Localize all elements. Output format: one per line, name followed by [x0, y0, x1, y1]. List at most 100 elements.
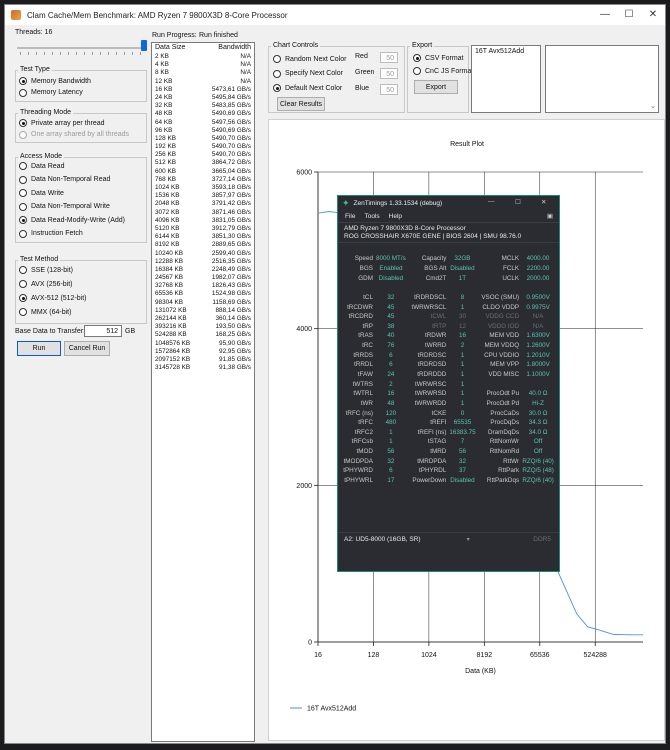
table-row[interactable]: 64 KB 5497,56 GB/s	[152, 119, 254, 127]
table-row[interactable]: 16384 KB 2248,49 GB/s	[152, 266, 254, 274]
threads-slider-thumb[interactable]	[141, 40, 147, 51]
chevron-down-icon[interactable]: ▾	[467, 536, 470, 543]
table-row[interactable]: 48 KB 5490,69 GB/s	[152, 110, 254, 118]
table-row[interactable]: 1024 KB 3593,18 GB/s	[152, 184, 254, 192]
table-row[interactable]: 393216 KB 193,50 GB/s	[152, 323, 254, 331]
table-row[interactable]: 16 KB 5473,61 GB/s	[152, 86, 254, 94]
table-row[interactable]: 2097152 KB 91,85 GB/s	[152, 356, 254, 364]
access-mode-option[interactable]: Data Write	[19, 189, 64, 197]
maximize-button[interactable]: ☐	[617, 7, 641, 23]
table-row[interactable]: 3072 KB 3871,46 GB/s	[152, 209, 254, 217]
table-row[interactable]: 131072 KB 888,14 GB/s	[152, 307, 254, 315]
radio-button-icon[interactable]	[19, 130, 27, 139]
table-row[interactable]: 512 KB 3864,72 GB/s	[152, 159, 254, 167]
zt-menu-help[interactable]: Help	[389, 213, 402, 220]
table-row[interactable]: 96 KB 5490,69 GB/s	[152, 127, 254, 135]
access-mode-option[interactable]: Data Non-Temporal Read	[19, 175, 110, 184]
table-row[interactable]: 1048576 KB 95,90 GB/s	[152, 340, 254, 348]
table-row[interactable]: 4 KB N/A	[152, 61, 254, 69]
table-row[interactable]: 3145728 KB 91,38 GB/s	[152, 364, 254, 372]
chart-controls-option[interactable]: Default Next Color	[273, 84, 342, 92]
radio-button-icon[interactable]	[273, 55, 281, 63]
table-row[interactable]: 262144 KB 360,14 GB/s	[152, 315, 254, 323]
zt-close-button[interactable]: ✕	[541, 198, 546, 206]
zt-dimm-button[interactable]: DDR5	[533, 536, 551, 543]
table-row[interactable]: 32768 KB 1826,43 GB/s	[152, 282, 254, 290]
table-row[interactable]: 6144 KB 3851,30 GB/s	[152, 233, 254, 241]
zt-minimize-button[interactable]: —	[488, 198, 495, 205]
zt-screenshot-icon[interactable]: ▣	[547, 212, 553, 220]
table-row[interactable]: 12288 KB 2516,35 GB/s	[152, 258, 254, 266]
access-mode-option[interactable]: Data Read	[19, 162, 64, 170]
table-row[interactable]: 600 KB 3665,04 GB/s	[152, 168, 254, 176]
export-option[interactable]: CSV Format	[413, 54, 464, 62]
radio-button-icon[interactable]	[19, 189, 27, 197]
test-method-option[interactable]: MMX (64-bit)	[19, 308, 71, 316]
output-textbox[interactable]: ⌄	[545, 45, 659, 113]
table-row[interactable]: 8192 KB 2889,65 GB/s	[152, 241, 254, 249]
green-input[interactable]: 50	[380, 68, 398, 79]
table-row[interactable]: 256 KB 5490,70 GB/s	[152, 151, 254, 159]
red-input[interactable]: 50	[380, 52, 398, 63]
scroll-down-icon[interactable]: ⌄	[650, 102, 656, 110]
zt-menu-tools[interactable]: Tools	[364, 213, 379, 220]
radio-button-icon[interactable]	[413, 54, 421, 62]
radio-button-icon[interactable]	[19, 162, 27, 170]
radio-button-icon[interactable]	[19, 294, 27, 302]
table-row[interactable]: 2 KB N/A	[152, 53, 254, 61]
table-row[interactable]: 1572864 KB 92,95 GB/s	[152, 348, 254, 356]
radio-button-icon[interactable]	[19, 175, 27, 184]
chart-controls-option[interactable]: Random Next Color	[273, 55, 346, 63]
table-row[interactable]: 12 KB N/A	[152, 78, 254, 86]
table-row[interactable]: 192 KB 5490,70 GB/s	[152, 143, 254, 151]
runs-list-item[interactable]: 16T Avx512Add	[475, 48, 537, 55]
radio-button-icon[interactable]	[19, 216, 27, 224]
title-bar[interactable]: Clam Cache/Mem Benchmark: AMD Ryzen 7 98…	[5, 5, 665, 25]
access-mode-option[interactable]: Instruction Fetch	[19, 229, 83, 238]
table-row[interactable]: 768 KB 3727,14 GB/s	[152, 176, 254, 184]
table-row[interactable]: 2048 KB 3791,42 GB/s	[152, 200, 254, 208]
radio-button-icon[interactable]	[19, 202, 27, 211]
radio-button-icon[interactable]	[19, 88, 27, 97]
zentimings-window[interactable]: ✦ ZenTimings 1.33.1534 (debug) — ☐ ✕ Fil…	[337, 195, 560, 572]
test-method-option[interactable]: AVX-512 (512-bit)	[19, 294, 87, 302]
chart-controls-option[interactable]: Specify Next Color	[273, 69, 343, 78]
access-mode-option[interactable]: Data Read-Modify-Write (Add)	[19, 216, 125, 224]
table-row[interactable]: 10240 KB 2599,40 GB/s	[152, 250, 254, 258]
test-type-option[interactable]: Memory Latency	[19, 88, 83, 97]
radio-button-icon[interactable]	[19, 266, 27, 274]
radio-button-icon[interactable]	[273, 69, 281, 78]
table-row[interactable]: 65536 KB 1524,98 GB/s	[152, 290, 254, 298]
table-row[interactable]: 5120 KB 3912,79 GB/s	[152, 225, 254, 233]
clear-results-button[interactable]: Clear Results	[277, 97, 325, 111]
minimize-button[interactable]: —	[593, 7, 617, 23]
radio-button-icon[interactable]	[19, 77, 27, 85]
table-row[interactable]: 1536 KB 3857,97 GB/s	[152, 192, 254, 200]
radio-button-icon[interactable]	[19, 119, 27, 127]
cancel-run-button[interactable]: Cancel Run	[64, 341, 110, 356]
export-button[interactable]: Export	[414, 80, 458, 94]
zt-menu-file[interactable]: File	[345, 213, 355, 220]
zt-title-bar[interactable]: ✦ ZenTimings 1.33.1534 (debug) — ☐ ✕	[338, 196, 559, 210]
threading-mode-option[interactable]: One array shared by all threads	[19, 130, 129, 139]
radio-button-icon[interactable]	[273, 84, 281, 92]
results-list[interactable]: Data Size Bandwidth 2 KB N/A 4 KB N/A 8 KB N/…	[151, 42, 255, 742]
table-row[interactable]: 4096 KB 3831,05 GB/s	[152, 217, 254, 225]
runs-listbox[interactable]: 16T Avx512Add	[471, 45, 541, 113]
table-row[interactable]: 524288 KB 168,25 GB/s	[152, 331, 254, 339]
test-method-option[interactable]: SSE (128-bit)	[19, 266, 73, 274]
table-row[interactable]: 24 KB 5495,84 GB/s	[152, 94, 254, 102]
radio-button-icon[interactable]	[19, 308, 27, 316]
base-data-input[interactable]: 512	[84, 325, 122, 337]
zt-maximize-button[interactable]: ☐	[515, 198, 521, 206]
threads-slider-track[interactable]	[17, 47, 145, 49]
threading-mode-option[interactable]: Private array per thread	[19, 119, 105, 127]
close-button[interactable]: ✕	[641, 7, 665, 23]
radio-button-icon[interactable]	[413, 67, 421, 75]
export-option[interactable]: CnC JS Format	[413, 67, 473, 75]
table-row[interactable]: 128 KB 5490,70 GB/s	[152, 135, 254, 143]
test-type-option[interactable]: Memory Bandwidth	[19, 77, 91, 85]
zt-profile-select[interactable]: A2: UD5-8000 (16GB, SR)	[344, 536, 421, 543]
blue-input[interactable]: 50	[380, 84, 398, 95]
access-mode-option[interactable]: Data Non-Temporal Write	[19, 202, 110, 211]
